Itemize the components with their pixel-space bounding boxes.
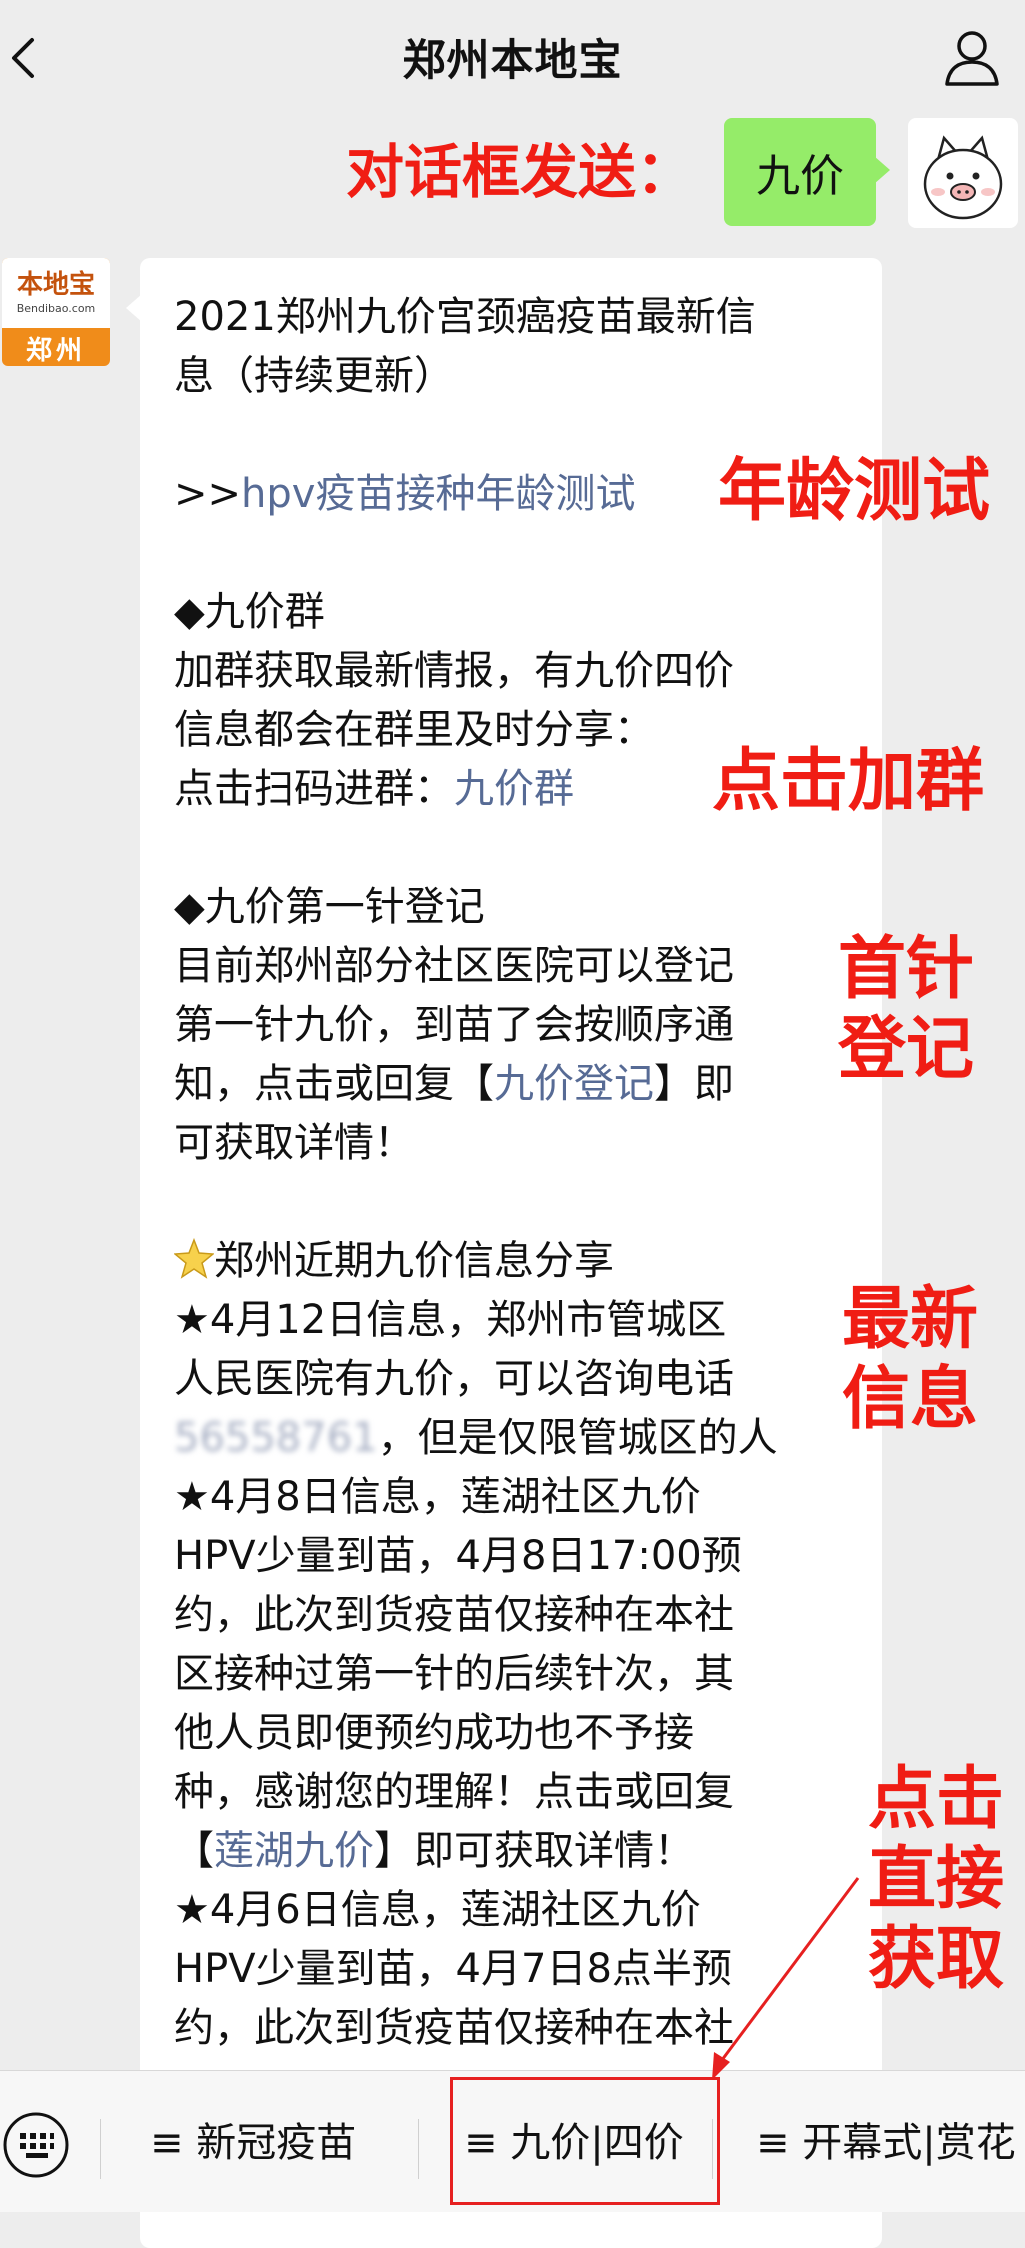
annotation-send-prompt: 对话框发送： (346, 138, 695, 206)
user-avatar (908, 118, 1018, 228)
info-text-suffix: ，但是仅限管城区的人 (377, 1415, 778, 1461)
keyboard-icon (3, 2112, 69, 2178)
group-text-line: 加群获取最新情报，有九价四价 (174, 648, 734, 694)
info-text-line: ★4月8日信息，莲湖社区九价 (174, 1474, 701, 1520)
annotation-join-group: 点击加群 (712, 742, 985, 821)
annotation-first-dose: 首针 登记 (838, 930, 974, 1090)
group-heading: ◆九价群 (174, 589, 325, 635)
register-heading: ◆九价第一针登记 (174, 884, 485, 930)
info-text-line: 约，此次到货疫苗仅接种在本社 (174, 2005, 734, 2051)
info-text-line: 他人员即便预约成功也不予接 (174, 1710, 694, 1756)
official-account-profile-button[interactable] (937, 22, 1007, 92)
info-text-line: 种，感谢您的理解！点击或回复 (174, 1769, 734, 1815)
star-emoji-icon (173, 1237, 215, 1279)
annotation-line: 首针 (838, 930, 975, 1009)
annotation-line: 信息 (842, 1360, 979, 1440)
page-title: 郑州本地宝 (402, 36, 623, 86)
reply-message-text: 2021郑州九价宫颈癌疫苗最新信 息（持续更新） >>hpv疫苗接种年龄测试 ◆… (173, 288, 904, 2058)
menu-item-covid-vaccine[interactable]: ≡ 新冠疫苗 (150, 2111, 356, 2175)
person-icon (945, 31, 999, 86)
info-text-line: 约，此次到货疫苗仅接种在本社 (174, 1592, 734, 1638)
register-text-line: 可获取详情！ (174, 1120, 414, 1166)
logo-city: 郑州 (25, 336, 86, 366)
blurred-phone-number: 56558761 (174, 1415, 378, 1461)
menu-item-opening-ceremony[interactable]: ≡ 开幕式|赏花 (756, 2111, 1016, 2175)
share-heading: 郑州近期九价信息分享 (214, 1238, 614, 1284)
annotation-line: 获取 (868, 1920, 1005, 2000)
top-nav-bar: 郑州本地宝 (0, 0, 1025, 112)
annotation-age-test: 年龄测试 (718, 452, 991, 531)
keyboard-toggle-button[interactable] (0, 2109, 72, 2181)
age-test-prefix: >> (174, 471, 242, 517)
info-text-line: 区接种过第一针的后续针次，其 (174, 1651, 734, 1697)
age-test-link[interactable]: hpv疫苗接种年龄测试 (241, 471, 635, 517)
info-text-line: 人民医院有九价，可以咨询电话 (174, 1356, 734, 1402)
register-text-suffix: 】即 (654, 1061, 734, 1107)
register-text-line: 第一针九价，到苗了会按顺序通 (174, 1002, 734, 1048)
info-text-line: ★4月12日信息，郑州市管城区 (174, 1297, 727, 1343)
sent-message-bubble: 九价 (724, 118, 890, 226)
register-text-prefix: 知，点击或回复【 (174, 1061, 494, 1107)
message-title-line: 2021郑州九价宫颈癌疫苗最新信 (174, 294, 756, 340)
official-account-avatar[interactable]: 本地宝 Bendibao.com 郑州 (2, 258, 110, 366)
info-text-line: HPV少量到苗，4月8日17:00预 (174, 1533, 742, 1579)
message-title-line: 息（持续更新） (174, 353, 454, 399)
info-text-suffix: 】即可获取详情！ (374, 1828, 694, 1874)
group-text-prefix: 点击扫码进群： (174, 766, 454, 812)
annotation-click-direct: 点击 直接 获取 (868, 1760, 1004, 2001)
annotation-line: 点击 (868, 1760, 1005, 1839)
info-text-line: HPV少量到苗，4月7日8点半预 (174, 1946, 732, 1992)
pig-avatar-icon (923, 135, 1003, 220)
lianhu-link[interactable]: 莲湖九价 (214, 1828, 374, 1874)
reply-message-bubble: 2021郑州九价宫颈癌疫苗最新信 息（持续更新） >>hpv疫苗接种年龄测试 ◆… (126, 258, 882, 2248)
annotation-line: 登记 (838, 1010, 975, 1090)
highlight-annotation-box (450, 2077, 720, 2205)
logo-text: 本地宝 (16, 270, 95, 300)
annotation-line: 直接 (868, 1840, 1005, 1920)
info-text-prefix: 【 (174, 1828, 214, 1874)
annotation-latest-info: 最新 信息 (842, 1280, 978, 1440)
annotation-line: 最新 (842, 1280, 979, 1359)
register-text-line: 目前郑州部分社区医院可以登记 (174, 943, 734, 989)
register-link[interactable]: 九价登记 (494, 1061, 654, 1107)
group-link[interactable]: 九价群 (454, 766, 574, 812)
info-text-line: ★4月6日信息，莲湖社区九价 (174, 1887, 701, 1933)
logo-url: Bendibao.com (16, 302, 96, 315)
